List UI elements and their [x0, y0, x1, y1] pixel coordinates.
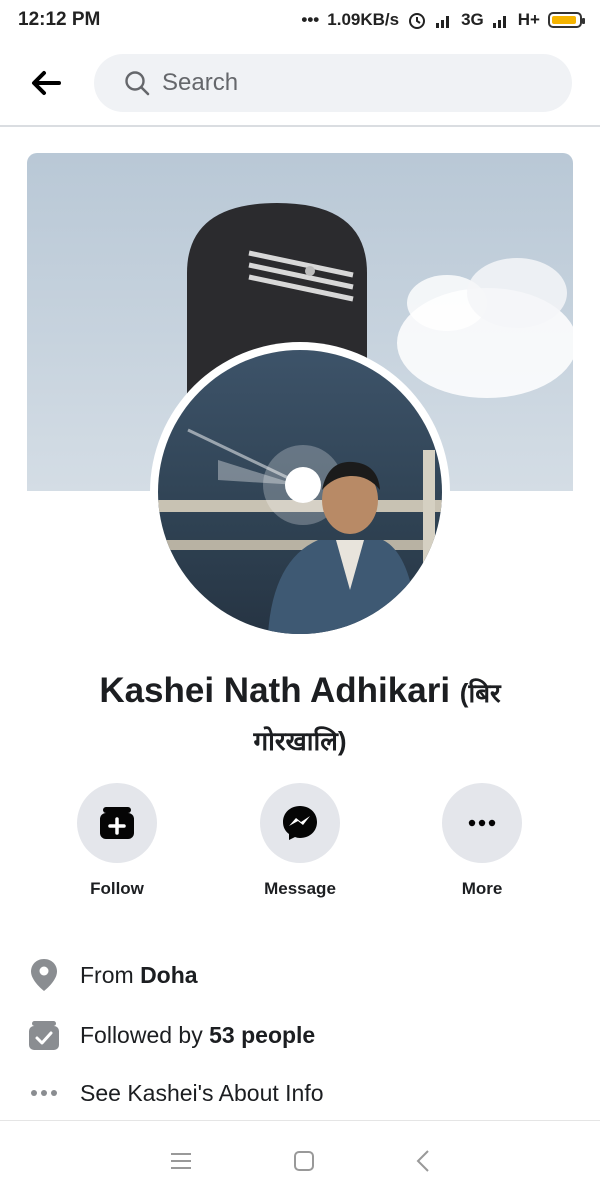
- profile-picture[interactable]: [150, 342, 450, 642]
- location-pin-icon: [31, 959, 57, 991]
- back-nav-icon[interactable]: [415, 1149, 431, 1173]
- status-right: ••• 1.09KB/s 3G H+: [301, 10, 585, 30]
- from-text: From Doha: [80, 962, 198, 989]
- message-button-circle: [260, 783, 340, 863]
- profile-actions: Follow Message More: [0, 783, 600, 903]
- alarm-icon: [409, 13, 426, 29]
- profile-name-main: Kashei Nath Adhikari: [99, 671, 451, 710]
- followed-prefix: Followed by: [80, 1021, 203, 1048]
- network-speed: 1.09KB/s: [327, 10, 400, 29]
- header-divider: [0, 125, 600, 127]
- signal-icon: [436, 16, 450, 28]
- search-icon: [125, 71, 150, 96]
- menu-icon[interactable]: [169, 1151, 193, 1171]
- profile-name: Kashei Nath Adhikari (बिर गोरखालि): [40, 668, 560, 764]
- from-value[interactable]: Doha: [140, 962, 198, 988]
- follow-icon: [100, 807, 134, 839]
- followed-value[interactable]: 53 people: [209, 1022, 315, 1048]
- search-placeholder: Search: [162, 69, 239, 96]
- info-row-followers: Followed by 53 people: [0, 1010, 600, 1060]
- status-time: 12:12 PM: [18, 9, 101, 30]
- network-type-1: 3G: [461, 10, 484, 29]
- search-input[interactable]: Search: [94, 54, 572, 112]
- top-bar: Search: [0, 50, 600, 116]
- message-button[interactable]: Message: [230, 783, 370, 899]
- info-row-from: From Doha: [0, 950, 600, 1000]
- info-row-about[interactable]: See Kashei's About Info: [0, 1068, 600, 1118]
- more-button[interactable]: More: [412, 783, 552, 899]
- signal-icon: [492, 16, 506, 28]
- followers-icon: [29, 1021, 59, 1050]
- messenger-icon: [283, 806, 317, 840]
- followers-text: Followed by 53 people: [80, 1022, 315, 1049]
- home-icon[interactable]: [293, 1150, 315, 1172]
- avatar: [158, 350, 442, 634]
- follow-label: Follow: [90, 879, 144, 898]
- more-dots-icon: [31, 1090, 57, 1096]
- status-bar: 12:12 PM ••• 1.09KB/s 3G H+: [0, 0, 600, 40]
- more-button-circle: [442, 783, 522, 863]
- from-prefix: From: [80, 961, 134, 988]
- network-type-2: H+: [517, 10, 540, 29]
- about-link[interactable]: See Kashei's About Info: [80, 1080, 324, 1107]
- profile-nickname-line1: (बिर: [459, 678, 501, 708]
- follow-button[interactable]: Follow: [47, 783, 187, 899]
- follow-button-circle: [77, 783, 157, 863]
- dots-icon: •••: [301, 10, 320, 29]
- more-label: More: [461, 879, 503, 898]
- more-dots-icon: [468, 819, 496, 827]
- avatar-image: [158, 428, 442, 634]
- message-label: Message: [264, 879, 336, 898]
- profile-nickname-line2: गोरखालि): [253, 726, 347, 756]
- back-button[interactable]: [20, 57, 72, 109]
- back-arrow-icon: [32, 71, 61, 95]
- battery-icon: [548, 12, 585, 28]
- system-nav-bar: [0, 1120, 600, 1201]
